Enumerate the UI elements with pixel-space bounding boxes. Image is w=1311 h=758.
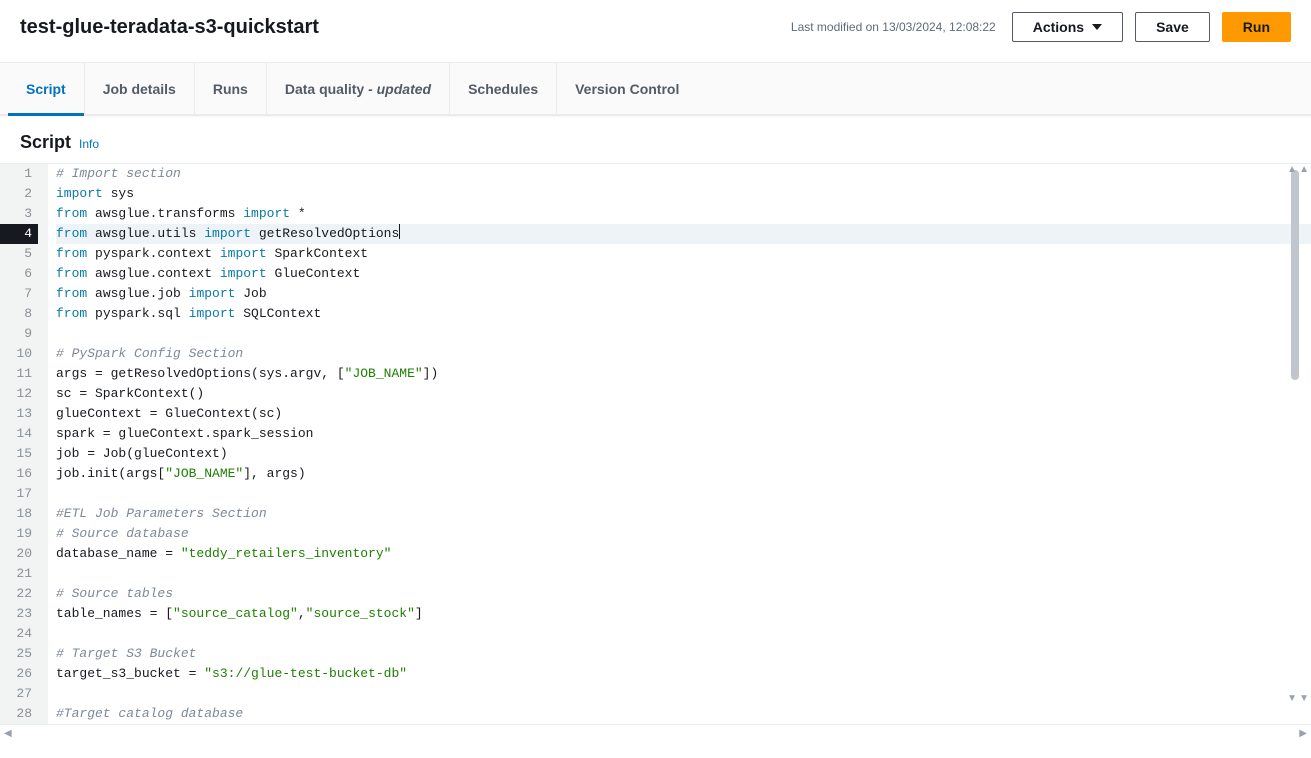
tab-job-details[interactable]: Job details (85, 63, 195, 115)
line-number: 11 (0, 364, 38, 384)
page-header: test-glue-teradata-s3-quickstart Last mo… (0, 0, 1311, 63)
line-number: 28 (0, 704, 38, 724)
code-line[interactable]: # Target S3 Bucket (56, 644, 1311, 664)
code-line[interactable]: from pyspark.context import SparkContext (56, 244, 1311, 264)
code-line[interactable] (56, 324, 1311, 344)
line-number: 27 (0, 684, 38, 704)
line-number: 8 (0, 304, 38, 324)
code-line[interactable]: job.init(args["JOB_NAME"], args) (56, 464, 1311, 484)
code-line[interactable]: # Source tables (56, 584, 1311, 604)
code-line[interactable]: from awsglue.context import GlueContext (56, 264, 1311, 284)
line-number: 15 (0, 444, 38, 464)
line-number-gutter: 1234567891011121314151617181920212223242… (0, 164, 48, 724)
run-button[interactable]: Run (1222, 12, 1291, 42)
vertical-scrollbar[interactable] (1291, 164, 1299, 724)
line-number: 22 (0, 584, 38, 604)
code-line[interactable]: import sys (56, 184, 1311, 204)
code-line[interactable]: spark = glueContext.spark_session (56, 424, 1311, 444)
caret-down-icon (1092, 24, 1102, 30)
code-line[interactable]: #Target catalog database (56, 704, 1311, 724)
line-number: 9 (0, 324, 38, 344)
tab-version-control[interactable]: Version Control (557, 63, 697, 115)
header-actions: Last modified on 13/03/2024, 12:08:22 Ac… (791, 12, 1291, 42)
line-number: 5 (0, 244, 38, 264)
code-line[interactable]: #ETL Job Parameters Section (56, 504, 1311, 524)
tabs: Script Job details Runs Data quality - u… (0, 63, 1311, 116)
line-number: 24 (0, 624, 38, 644)
code-line[interactable] (56, 564, 1311, 584)
line-number: 20 (0, 544, 38, 564)
line-number: 2 (0, 184, 38, 204)
code-line[interactable]: table_names = ["source_catalog","source_… (56, 604, 1311, 624)
line-number: 7 (0, 284, 38, 304)
section-title: Script (20, 132, 71, 153)
line-number: 1 (0, 164, 38, 184)
code-line[interactable]: from awsglue.transforms import * (56, 204, 1311, 224)
line-number: 18 (0, 504, 38, 524)
code-line[interactable]: from pyspark.sql import SQLContext (56, 304, 1311, 324)
actions-button[interactable]: Actions (1012, 12, 1123, 42)
last-modified-text: Last modified on 13/03/2024, 12:08:22 (791, 20, 996, 34)
code-editor[interactable]: 1234567891011121314151617181920212223242… (0, 163, 1311, 724)
text-cursor (399, 224, 400, 239)
horizontal-scrollbar[interactable]: ◀ ▶ (0, 724, 1311, 742)
code-area[interactable]: # Import sectionimport sysfrom awsglue.t… (48, 164, 1311, 724)
code-line[interactable]: database_name = "teddy_retailers_invento… (56, 544, 1311, 564)
code-line[interactable] (56, 484, 1311, 504)
line-number: 4 (0, 224, 38, 244)
line-number: 19 (0, 524, 38, 544)
code-line[interactable]: target_s3_bucket = "s3://glue-test-bucke… (56, 664, 1311, 684)
line-number: 25 (0, 644, 38, 664)
vertical-scrollbar-thumb[interactable] (1291, 170, 1299, 380)
scroll-down-icon-2[interactable]: ▼ (1287, 693, 1297, 704)
scroll-down-icon[interactable]: ▼ (1299, 693, 1309, 704)
section-title-bar: Script Info (0, 116, 1311, 163)
code-line[interactable]: args = getResolvedOptions(sys.argv, ["JO… (56, 364, 1311, 384)
line-number: 13 (0, 404, 38, 424)
scroll-left-icon[interactable]: ◀ (4, 728, 12, 739)
line-number: 26 (0, 664, 38, 684)
code-line[interactable]: # Import section (56, 164, 1311, 184)
actions-button-label: Actions (1033, 19, 1084, 35)
line-number: 21 (0, 564, 38, 584)
line-number: 3 (0, 204, 38, 224)
code-line[interactable]: # PySpark Config Section (56, 344, 1311, 364)
scroll-up-icon-2[interactable]: ▲ (1287, 164, 1297, 175)
info-link[interactable]: Info (79, 137, 99, 151)
code-line[interactable] (56, 684, 1311, 704)
scroll-right-icon[interactable]: ▶ (1299, 728, 1307, 739)
code-line[interactable]: glueContext = GlueContext(sc) (56, 404, 1311, 424)
line-number: 12 (0, 384, 38, 404)
code-line[interactable]: sc = SparkContext() (56, 384, 1311, 404)
save-button[interactable]: Save (1135, 12, 1210, 42)
run-button-label: Run (1243, 19, 1270, 35)
tab-schedules[interactable]: Schedules (450, 63, 557, 115)
line-number: 6 (0, 264, 38, 284)
line-number: 16 (0, 464, 38, 484)
tab-runs[interactable]: Runs (195, 63, 267, 115)
save-button-label: Save (1156, 19, 1189, 35)
code-line[interactable]: # Source database (56, 524, 1311, 544)
code-line[interactable] (56, 624, 1311, 644)
code-line[interactable]: from awsglue.utils import getResolvedOpt… (56, 224, 1311, 244)
line-number: 17 (0, 484, 38, 504)
scroll-up-icon[interactable]: ▲ (1299, 164, 1309, 175)
code-line[interactable]: job = Job(glueContext) (56, 444, 1311, 464)
code-line[interactable]: from awsglue.job import Job (56, 284, 1311, 304)
line-number: 10 (0, 344, 38, 364)
line-number: 23 (0, 604, 38, 624)
job-title: test-glue-teradata-s3-quickstart (20, 16, 319, 39)
line-number: 14 (0, 424, 38, 444)
tab-script[interactable]: Script (8, 63, 85, 115)
tab-data-quality[interactable]: Data quality - updated (267, 63, 450, 115)
